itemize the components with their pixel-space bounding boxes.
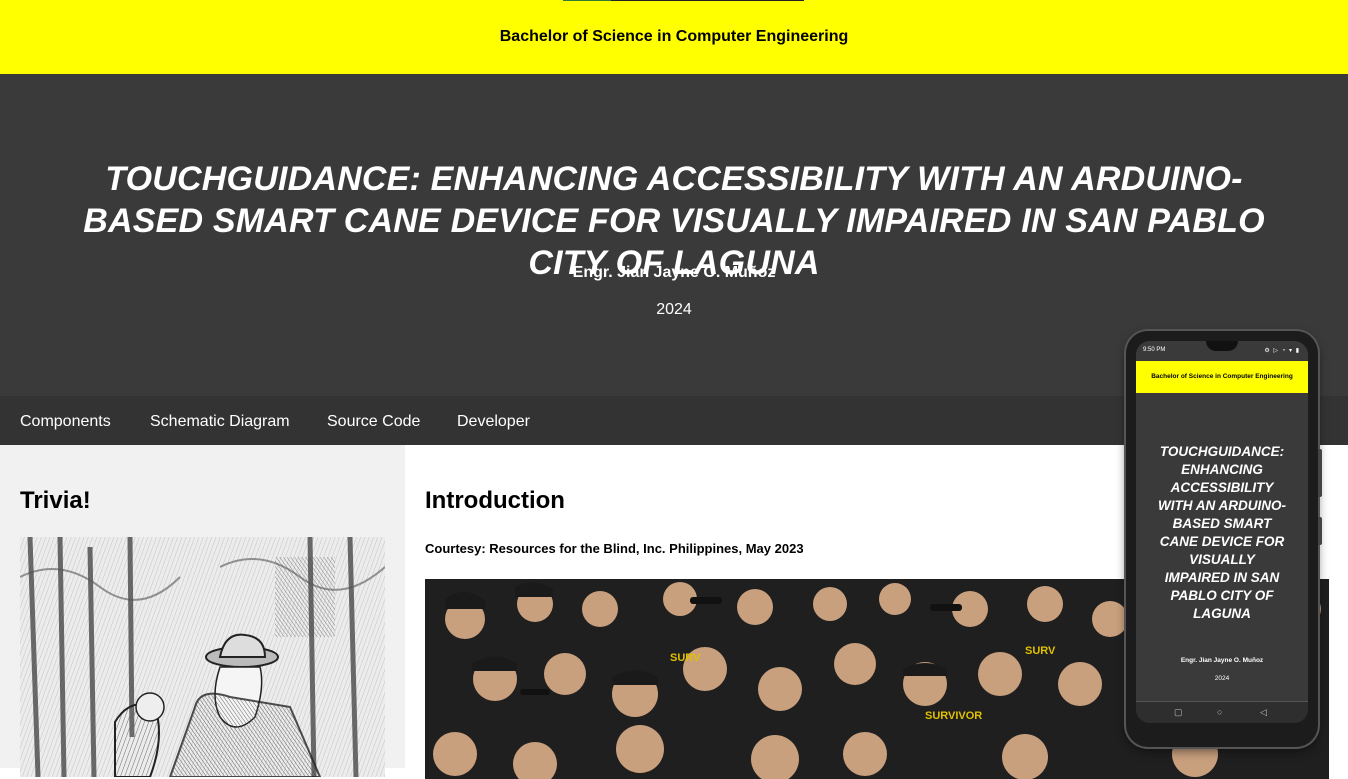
mobile-preview-mockup: 9:50 PM ⚙ ▷ ◔ ▾ ▮ Bachelor of Science in… — [1126, 331, 1322, 747]
phone-header: Bachelor of Science in Computer Engineer… — [1136, 361, 1308, 393]
phone-status-time: 9:50 PM — [1143, 347, 1166, 353]
svg-text:SURVIVOR: SURVIVOR — [925, 710, 982, 722]
recent-apps-icon[interactable]: ▢ — [1174, 707, 1183, 718]
phone-notch — [1206, 341, 1238, 351]
nav-item-developer[interactable]: Developer — [437, 396, 550, 445]
sidebar: Trivia! — [0, 445, 405, 777]
nav-item-components[interactable]: Components — [0, 396, 131, 445]
photo-caption: Courtesy: Resources for the Blind, Inc. … — [425, 541, 804, 556]
phone-author: Engr. Jian Jayne O. Muñoz — [1180, 657, 1264, 664]
nav-item-schematic-diagram[interactable]: Schematic Diagram — [130, 396, 310, 445]
top-header: Bachelor of Science in Computer Engineer… — [0, 0, 1348, 74]
trivia-illustration — [20, 537, 385, 777]
phone-screen: 9:50 PM ⚙ ▷ ◔ ▾ ▮ Bachelor of Science in… — [1136, 341, 1308, 723]
phone-status-icons: ⚙ ▷ ◔ ▾ ▮ — [1264, 348, 1300, 354]
home-icon[interactable]: ○ — [1217, 707, 1222, 717]
phone-navigation-bar: ▢ ○ ◁ — [1136, 701, 1308, 723]
svg-text:SURV: SURV — [1025, 645, 1056, 657]
sidebar-heading: Trivia! — [20, 487, 91, 514]
phone-title: TOUCHGUIDANCE: ENHANCING ACCESSIBILITY W… — [1158, 444, 1286, 621]
phone-volume-button — [1318, 449, 1322, 497]
publication-year: 2024 — [656, 301, 692, 318]
nav-item-source-code[interactable]: Source Code — [307, 396, 440, 445]
header-decorative-line — [563, 0, 804, 1]
phone-year: 2024 — [1214, 675, 1230, 682]
department-title: Bachelor of Science in Computer Engineer… — [499, 28, 849, 45]
back-icon[interactable]: ◁ — [1260, 707, 1267, 718]
phone-power-button — [1318, 517, 1322, 545]
svg-text:SURV: SURV — [670, 652, 701, 664]
section-heading: Introduction — [425, 487, 565, 514]
author-name: Engr. Jian Jayne O. Muñoz — [572, 264, 776, 281]
